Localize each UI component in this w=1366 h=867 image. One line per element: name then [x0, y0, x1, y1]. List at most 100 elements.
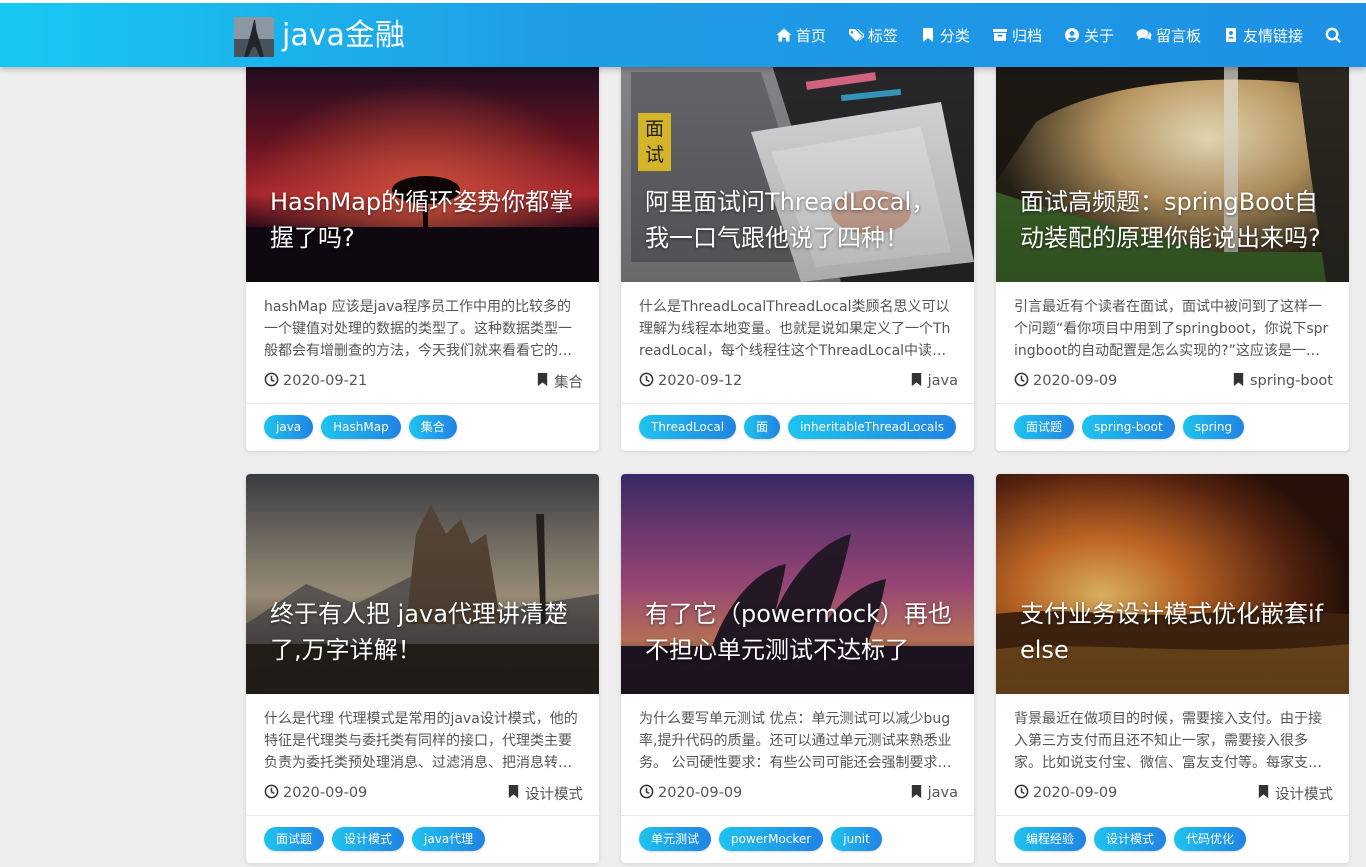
sticky-badge: 面试 — [638, 113, 671, 171]
tag-chip[interactable]: spring — [1182, 415, 1245, 439]
post-cover[interactable]: 面试 阿里面试问ThreadLocal，我一口气跟他说了四种！ — [621, 62, 974, 282]
post-title[interactable]: HashMap的循环姿势你都掌握了吗? — [270, 184, 579, 256]
post-summary: 为什么要写单元测试 优点：单元测试可以减少bug率,提升代码的质量。还可以通过单… — [639, 711, 952, 771]
post-summary: 背景最近在做项目的时候，需要接入支付。由于接入第三方支付而且还不知止一家，需要接… — [1014, 711, 1322, 771]
post-title[interactable]: 面试高频题：springBoot自动装配的原理你能说出来吗? — [1020, 184, 1329, 256]
tag-chip[interactable]: 集合 — [408, 415, 457, 439]
tag-chip[interactable]: junit — [831, 827, 882, 851]
post-date: 2020-09-12 — [658, 373, 743, 389]
category-label: 集合 — [554, 374, 583, 391]
post-cover[interactable]: 终于有人把 java代理讲清楚了,万字详解！ — [246, 474, 599, 694]
post-date: 2020-09-09 — [283, 785, 368, 801]
bookmark-icon — [1231, 372, 1250, 391]
tag-chip[interactable]: 设计模式 — [1094, 827, 1167, 851]
nav-item-guestbook[interactable]: 留言板 — [1136, 25, 1201, 46]
comments-icon — [1136, 27, 1152, 43]
clock-icon — [639, 372, 658, 391]
clock-icon — [639, 784, 658, 803]
post-title[interactable]: 终于有人把 java代理讲清楚了,万字详解！ — [270, 596, 579, 668]
post-tags: ThreadLocal 面试 inheritableThreadLocals — [621, 404, 974, 451]
post-date: 2020-09-09 — [1033, 785, 1118, 801]
post-summary: 什么是代理 代理模式是常用的java设计模式，他的特征是代理类与委托类有同样的接… — [264, 711, 578, 771]
post-category[interactable]: java — [909, 372, 958, 391]
nav-label: 标签 — [867, 26, 898, 45]
tag-chip[interactable]: 面试题 — [264, 827, 325, 851]
nav-item-tags[interactable]: 标签 — [848, 25, 898, 46]
tag-chip[interactable]: java代理 — [412, 827, 486, 851]
category-label: java — [927, 785, 958, 801]
post-meta: 2020-09-09 spring-boot — [1014, 370, 1333, 392]
post-category[interactable]: java — [909, 784, 958, 803]
post-title[interactable]: 支付业务设计模式优化嵌套if else — [1020, 596, 1329, 668]
bookmark-icon — [1256, 784, 1275, 803]
tag-chip[interactable]: java — [264, 415, 314, 439]
post-category[interactable]: 设计模式 — [506, 783, 583, 804]
post-category[interactable]: spring-boot — [1231, 372, 1333, 391]
post-cover[interactable]: HashMap的循环姿势你都掌握了吗? — [246, 62, 599, 282]
bookmark-icon — [535, 372, 554, 391]
post-summary: 引言最近有个读者在面试，面试中被问到了这样一个问题“看你项目中用到了spring… — [1014, 299, 1329, 359]
search-icon — [1325, 27, 1342, 44]
post-card[interactable]: 面试高频题：springBoot自动装配的原理你能说出来吗? 引言最近有个读者在… — [996, 62, 1349, 451]
site-brand[interactable]: java金融 — [282, 18, 405, 54]
post-category[interactable]: 集合 — [535, 371, 583, 392]
tag-chip[interactable]: 代码优化 — [1174, 827, 1247, 851]
nav-item-about[interactable]: 关于 — [1064, 25, 1114, 46]
post-category[interactable]: 设计模式 — [1256, 783, 1333, 804]
post-date: 2020-09-21 — [283, 373, 368, 389]
tag-chip[interactable]: HashMap — [321, 415, 401, 439]
post-meta: 2020-09-21 集合 — [264, 370, 583, 392]
tag-chip[interactable]: 面试题 — [1014, 415, 1075, 439]
post-meta: 2020-09-09 设计模式 — [264, 782, 583, 804]
clock-icon — [264, 372, 283, 391]
post-cover[interactable]: 面试高频题：springBoot自动装配的原理你能说出来吗? — [996, 62, 1349, 282]
category-label: spring-boot — [1249, 373, 1333, 389]
tag-chip[interactable]: 单元测试 — [639, 827, 712, 851]
nav-item-home[interactable]: 首页 — [776, 25, 826, 46]
main-menu: 首页 标签 分类 归档 关于 留言板 友情链接 — [754, 3, 1346, 67]
bookmark-icon — [506, 784, 525, 803]
post-cover[interactable]: 支付业务设计模式优化嵌套if else — [996, 474, 1349, 694]
bookmark-icon — [909, 784, 928, 803]
user-circle-icon — [1064, 27, 1080, 43]
post-card[interactable]: 支付业务设计模式优化嵌套if else 背景最近在做项目的时候，需要接入支付。由… — [996, 474, 1349, 863]
post-card[interactable]: 面试 阿里面试问ThreadLocal，我一口气跟他说了四种！ 什么是Threa… — [621, 62, 974, 451]
clock-icon — [264, 784, 283, 803]
bookmark-icon — [920, 27, 936, 43]
post-meta: 2020-09-12 java — [639, 370, 958, 392]
post-cover[interactable]: 有了它（powermock）再也不担心单元测试不达标了 — [621, 474, 974, 694]
nav-label: 关于 — [1083, 26, 1114, 45]
post-tags: 单元测试 powerMocker junit — [621, 816, 974, 863]
tag-chip[interactable]: 编程经验 — [1014, 827, 1087, 851]
nav-item-categories[interactable]: 分类 — [920, 25, 970, 46]
nav-item-friend-links[interactable]: 友情链接 — [1223, 25, 1303, 46]
navbar: java金融 首页 标签 分类 归档 关于 留言板 友情链接 — [0, 3, 1366, 67]
post-card[interactable]: 有了它（powermock）再也不担心单元测试不达标了 为什么要写单元测试 优点… — [621, 474, 974, 863]
tag-chip[interactable]: 设计模式 — [332, 827, 405, 851]
post-date: 2020-09-09 — [658, 785, 743, 801]
nav-label: 首页 — [795, 26, 826, 45]
tag-chip[interactable]: spring-boot — [1082, 415, 1175, 439]
post-date: 2020-09-09 — [1033, 373, 1118, 389]
nav-item-archive[interactable]: 归档 — [992, 25, 1042, 46]
nav-label: 留言板 — [1155, 26, 1201, 45]
top-edge — [0, 0, 1366, 3]
post-tags: 编程经验 设计模式 代码优化 — [996, 816, 1349, 863]
post-meta: 2020-09-09 java — [639, 782, 958, 804]
eiffel-tower-logo[interactable] — [234, 17, 274, 57]
post-title[interactable]: 阿里面试问ThreadLocal，我一口气跟他说了四种！ — [645, 184, 954, 256]
tag-chip[interactable]: ThreadLocal — [639, 415, 737, 439]
clock-icon — [1014, 372, 1033, 391]
tag-chip[interactable]: 面试 — [744, 415, 781, 451]
post-card[interactable]: HashMap的循环姿势你都掌握了吗? hashMap 应该是java程序员工作… — [246, 62, 599, 451]
tag-chip[interactable]: inheritableThreadLocals — [788, 415, 956, 439]
search-button[interactable] — [1325, 27, 1346, 44]
nav-label: 分类 — [939, 26, 970, 45]
tags-icon — [848, 27, 864, 43]
post-card[interactable]: 终于有人把 java代理讲清楚了,万字详解！ 什么是代理 代理模式是常用的jav… — [246, 474, 599, 863]
nav-label: 归档 — [1011, 26, 1042, 45]
category-label: java — [927, 373, 958, 389]
tag-chip[interactable]: powerMocker — [719, 827, 824, 851]
category-label: 设计模式 — [525, 786, 583, 803]
post-title[interactable]: 有了它（powermock）再也不担心单元测试不达标了 — [645, 596, 954, 668]
